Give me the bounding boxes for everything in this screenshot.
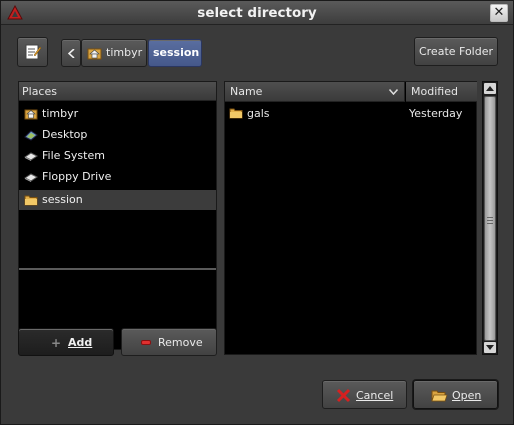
breadcrumb-label: session bbox=[153, 46, 200, 59]
arrow-down-icon bbox=[486, 345, 494, 350]
arrow-up-icon bbox=[486, 86, 494, 91]
edit-location-icon bbox=[25, 44, 42, 60]
cancel-icon bbox=[336, 388, 351, 403]
grip-line bbox=[487, 223, 493, 224]
place-item-desktop[interactable]: Desktop bbox=[19, 125, 216, 145]
scroll-down-button[interactable] bbox=[484, 342, 496, 353]
type-location-button[interactable] bbox=[17, 37, 48, 67]
create-folder-label: Create Folder bbox=[418, 45, 494, 58]
close-icon: ✕ bbox=[493, 5, 505, 20]
cancel-label: Cancel bbox=[356, 389, 394, 402]
place-label: timbyr bbox=[42, 107, 79, 120]
place-label: File System bbox=[42, 149, 105, 162]
place-item-timbyr[interactable]: timbyr bbox=[19, 104, 216, 124]
column-name-label: Name bbox=[230, 85, 263, 98]
select-directory-dialog: select directory ✕ timbyr session Create bbox=[0, 0, 514, 425]
open-folder-icon bbox=[431, 390, 448, 402]
chevron-down-icon bbox=[389, 89, 398, 95]
place-label: session bbox=[42, 193, 83, 206]
title-bar[interactable]: select directory ✕ bbox=[1, 1, 513, 25]
add-label: Add bbox=[68, 336, 93, 349]
breadcrumb-session[interactable]: session bbox=[148, 39, 202, 67]
home-folder-icon bbox=[24, 109, 38, 120]
remove-label: Remove bbox=[158, 336, 203, 349]
place-item-floppy-drive[interactable]: Floppy Drive bbox=[19, 167, 216, 187]
places-header-label: Places bbox=[22, 85, 57, 98]
cancel-button[interactable]: Cancel bbox=[322, 380, 407, 409]
breadcrumb-label: timbyr bbox=[106, 46, 143, 59]
add-bookmark-button[interactable]: + Add bbox=[18, 328, 114, 356]
scroll-up-button[interactable] bbox=[484, 83, 496, 94]
file-list-scrollbar[interactable] bbox=[482, 81, 498, 355]
close-button[interactable]: ✕ bbox=[490, 4, 508, 22]
home-folder-icon bbox=[87, 48, 102, 60]
file-row[interactable]: gals Yesterday bbox=[225, 106, 476, 125]
grip-line bbox=[487, 217, 493, 218]
column-header-modified[interactable]: Modified bbox=[406, 82, 477, 102]
places-header[interactable]: Places bbox=[19, 82, 216, 101]
drive-icon bbox=[24, 152, 38, 161]
floppy-icon bbox=[24, 173, 38, 182]
breadcrumb-timbyr[interactable]: timbyr bbox=[81, 39, 147, 67]
places-separator bbox=[19, 268, 216, 270]
chevron-left-icon bbox=[68, 49, 75, 58]
column-modified-label: Modified bbox=[411, 85, 458, 98]
places-list[interactable]: Places timbyr Desktop File System Floppy… bbox=[18, 81, 217, 350]
place-label: Floppy Drive bbox=[42, 170, 112, 183]
open-button[interactable]: Open bbox=[413, 380, 498, 409]
open-label: Open bbox=[452, 389, 482, 402]
add-icon: + bbox=[51, 336, 62, 350]
file-modified: Yesterday bbox=[409, 107, 463, 120]
create-folder-button[interactable]: Create Folder bbox=[414, 37, 498, 66]
place-item-file-system[interactable]: File System bbox=[19, 146, 216, 166]
remove-icon bbox=[141, 340, 151, 345]
path-back-button[interactable] bbox=[61, 39, 81, 67]
file-list[interactable]: Name Modified gals Yesterday bbox=[224, 81, 477, 355]
remove-bookmark-button[interactable]: Remove bbox=[121, 328, 217, 356]
scroll-thumb[interactable] bbox=[484, 96, 496, 341]
place-label: Desktop bbox=[42, 128, 88, 141]
column-header-name[interactable]: Name bbox=[225, 82, 405, 102]
file-name: gals bbox=[247, 107, 270, 120]
desktop-icon bbox=[24, 130, 38, 141]
place-item-session[interactable]: session bbox=[19, 190, 216, 210]
folder-icon bbox=[229, 108, 243, 119]
folder-icon bbox=[24, 195, 38, 206]
window-title: select directory bbox=[197, 5, 317, 21]
grip-line bbox=[487, 220, 493, 221]
